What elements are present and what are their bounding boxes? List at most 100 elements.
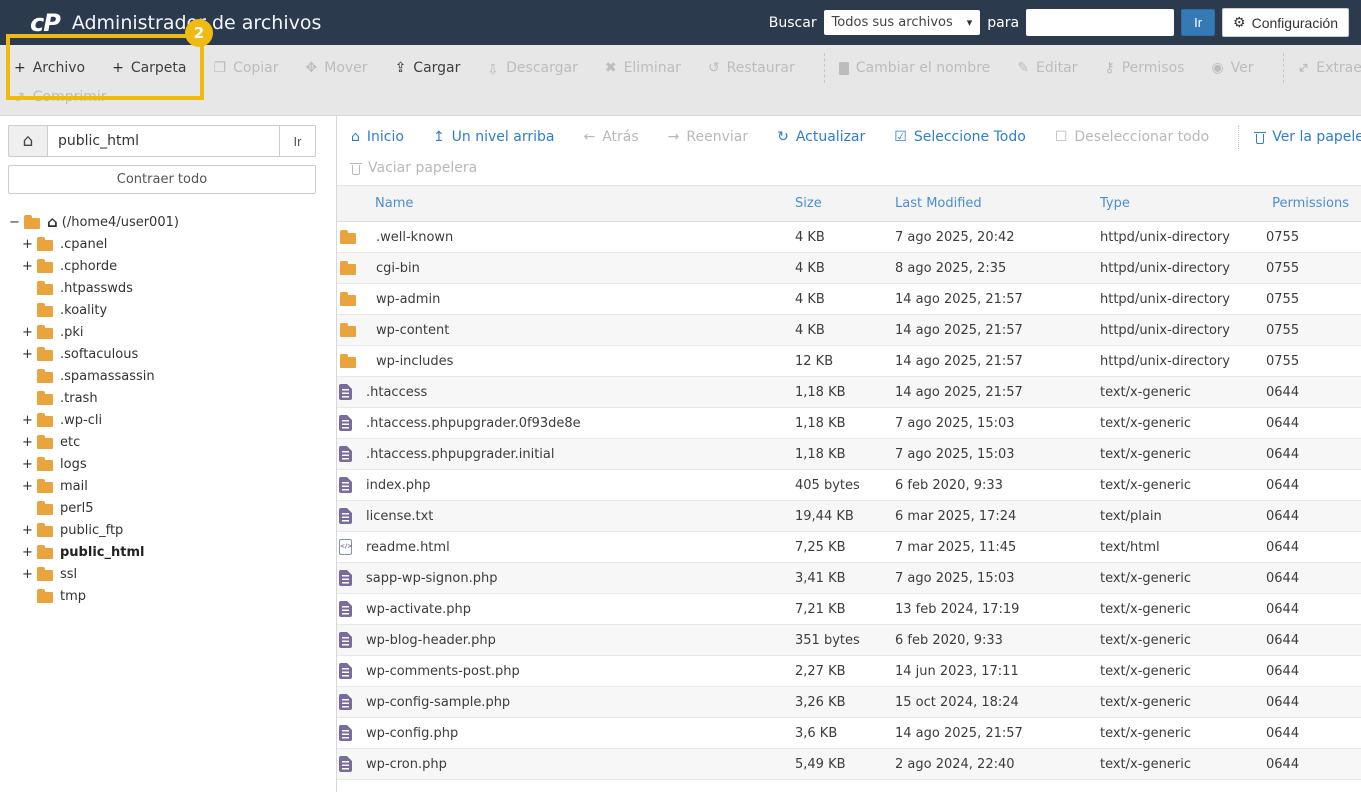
file-name[interactable]: wp-activate.php — [366, 602, 471, 617]
table-row[interactable]: index.php 405 bytes 6 feb 2020, 9:33 text/x… — [337, 469, 1361, 501]
toolbar-item-carpeta[interactable]: + Carpeta — [112, 60, 186, 76]
tree-item-label: .cphorde — [60, 258, 118, 274]
table-row[interactable]: wp-admin 4 KB 14 ago 2025, 21:57 httpd/unix… — [337, 283, 1361, 315]
nav-item-ver-la-papelera[interactable]: Ver la papelera — [1254, 129, 1361, 145]
table-row[interactable]: </> readme.html 7,25 KB 7 mar 2025, 11:45 te… — [337, 531, 1361, 563]
table-row[interactable]: wp-blog-header.php 351 bytes 6 feb 2020, 9… — [337, 624, 1361, 656]
home-button[interactable]: ⌂ — [8, 125, 48, 157]
column-header-last-modified[interactable]: Last Modified — [895, 185, 1100, 222]
table-row[interactable]: .htaccess.phpupgrader.initial 1,18 KB 7 ag… — [337, 438, 1361, 470]
file-name[interactable]: license.txt — [366, 509, 433, 524]
file-name[interactable]: sapp-wp-signon.php — [366, 571, 497, 586]
sidebar-item-pki[interactable]: + .pki — [8, 321, 316, 343]
cell-permissions: 0755 — [1266, 283, 1361, 315]
file-name[interactable]: .htaccess.phpupgrader.0f93de8e — [366, 416, 581, 431]
file-name[interactable]: wp-config.php — [366, 726, 458, 741]
table-row[interactable]: wp-config-sample.php 3,26 KB 15 oct 2024, … — [337, 686, 1361, 718]
path-input[interactable] — [48, 125, 280, 157]
table-row[interactable]: cgi-bin 4 KB 8 ago 2025, 2:35 httpd/unix-di… — [337, 252, 1361, 284]
expand-expander-icon[interactable]: + — [21, 259, 34, 274]
file-name[interactable]: wp-admin — [376, 292, 440, 307]
expand-expander-icon[interactable]: + — [21, 347, 34, 362]
file-name[interactable]: wp-content — [376, 323, 449, 338]
file-name[interactable]: .htaccess.phpupgrader.initial — [366, 447, 555, 462]
table-row[interactable]: wp-config.php 3,6 KB 14 ago 2025, 21:57 tex… — [337, 717, 1361, 749]
settings-button[interactable]: ⚙ Configuración — [1222, 8, 1349, 37]
file-name[interactable]: wp-includes — [376, 354, 453, 369]
file-name[interactable]: .htaccess — [366, 385, 427, 400]
cell-type: text/x-generic — [1100, 655, 1266, 687]
sidebar-item-koality[interactable]: .koality — [8, 299, 316, 321]
file-name[interactable]: wp-cron.php — [366, 757, 447, 772]
annotation-step-badge: 2 — [185, 19, 213, 47]
table-row[interactable]: .well-known 4 KB 7 ago 2025, 20:42 httpd/un… — [337, 221, 1361, 253]
search-go-button[interactable]: Ir — [1181, 9, 1216, 36]
expand-expander-icon[interactable]: + — [21, 545, 34, 560]
table-row[interactable]: .htaccess.phpupgrader.0f93de8e 1,18 KB 7 a… — [337, 407, 1361, 439]
search-input[interactable] — [1026, 9, 1175, 36]
sidebar-item-root[interactable]: − ⌂ (/home4/user001) — [8, 211, 316, 233]
file-name[interactable]: cgi-bin — [376, 261, 420, 276]
expand-expander-icon[interactable]: + — [21, 457, 34, 472]
sidebar-item-tmp[interactable]: tmp — [8, 585, 316, 607]
search-scope-select[interactable]: Todos sus archivos ▾ — [823, 10, 981, 35]
expand-expander-icon[interactable]: + — [21, 435, 34, 450]
collapse-expander-icon[interactable]: − — [8, 215, 21, 230]
cell-type: text/x-generic — [1100, 407, 1266, 439]
column-header-permissions[interactable]: Permissions — [1266, 185, 1361, 222]
expand-expander-icon[interactable]: + — [21, 523, 34, 538]
table-row[interactable]: license.txt 19,44 KB 6 mar 2025, 17:24 text… — [337, 500, 1361, 532]
cell-permissions: 0644 — [1266, 593, 1361, 625]
table-row[interactable]: wp-activate.php 7,21 KB 13 feb 2024, 17:19… — [337, 593, 1361, 625]
toolbar-item-mover: ✥ Mover — [306, 60, 368, 76]
file-name[interactable]: wp-blog-header.php — [366, 633, 496, 648]
expand-expander-icon[interactable]: + — [21, 237, 34, 252]
cell-size: 19,44 KB — [795, 500, 895, 532]
collapse-all-button[interactable]: Contraer todo — [8, 165, 316, 194]
file-name[interactable]: index.php — [366, 478, 430, 493]
table-row[interactable]: wp-content 4 KB 14 ago 2025, 21:57 httpd/un… — [337, 314, 1361, 346]
column-header-type[interactable]: Type — [1100, 185, 1266, 222]
cell-size: 7,25 KB — [795, 531, 895, 563]
sidebar-item-trash[interactable]: .trash — [8, 387, 316, 409]
sidebar-item-etc[interactable]: + etc — [8, 431, 316, 453]
file-name[interactable]: readme.html — [366, 540, 450, 555]
toolbar-item-label: Editar — [1035, 60, 1078, 76]
column-header-name[interactable]: Name — [337, 185, 795, 222]
table-row[interactable]: wp-includes 12 KB 14 ago 2025, 21:57 httpd/… — [337, 345, 1361, 377]
nav-item-actualizar[interactable]: ↻ Actualizar — [777, 129, 865, 145]
sidebar-item-cpanel[interactable]: + .cpanel — [8, 233, 316, 255]
file-icon — [339, 446, 352, 462]
path-go-button[interactable]: Ir — [280, 125, 316, 157]
toolbar-item-cargar[interactable]: ⇪ Cargar — [395, 60, 461, 76]
cell-type: httpd/unix-directory — [1100, 345, 1266, 377]
expand-expander-icon[interactable]: + — [21, 413, 34, 428]
table-row[interactable]: wp-comments-post.php 2,27 KB 14 jun 2023, … — [337, 655, 1361, 687]
table-row[interactable]: sapp-wp-signon.php 3,41 KB 7 ago 2025, 15:… — [337, 562, 1361, 594]
table-row[interactable]: .htaccess 1,18 KB 14 ago 2025, 21:57 text/x… — [337, 376, 1361, 408]
sidebar-item-ssl[interactable]: + ssl — [8, 563, 316, 585]
sidebar-item-logs[interactable]: + logs — [8, 453, 316, 475]
sidebar-item-public-html[interactable]: + public_html — [8, 541, 316, 563]
open-folder-icon — [24, 215, 40, 229]
expand-expander-icon[interactable]: + — [21, 479, 34, 494]
table-row[interactable]: wp-cron.php 5,49 KB 2 ago 2024, 22:40 text/… — [337, 748, 1361, 780]
sidebar-item-wp-cli[interactable]: + .wp-cli — [8, 409, 316, 431]
sidebar-item-public-ftp[interactable]: + public_ftp — [8, 519, 316, 541]
expand-expander-icon[interactable]: + — [21, 567, 34, 582]
sidebar-item-softaculous[interactable]: + .softaculous — [8, 343, 316, 365]
file-name[interactable]: wp-comments-post.php — [366, 664, 520, 679]
file-name[interactable]: .well-known — [376, 230, 453, 245]
sidebar-item-cphorde[interactable]: + .cphorde — [8, 255, 316, 277]
toolbar-item-archivo[interactable]: + Archivo — [14, 60, 85, 76]
sidebar-item-htpasswds[interactable]: .htpasswds — [8, 277, 316, 299]
nav-item-inicio[interactable]: ⌂ Inicio — [351, 129, 404, 145]
sidebar-item-mail[interactable]: + mail — [8, 475, 316, 497]
sidebar-item-perl5[interactable]: perl5 — [8, 497, 316, 519]
nav-item-un-nivel-arriba[interactable]: ↥ Un nivel arriba — [433, 129, 555, 145]
nav-item-seleccione-todo[interactable]: ☑ Seleccione Todo — [894, 129, 1026, 145]
column-header-size[interactable]: Size — [795, 185, 895, 222]
expand-expander-icon[interactable]: + — [21, 325, 34, 340]
sidebar-item-spamassassin[interactable]: .spamassassin — [8, 365, 316, 387]
file-name[interactable]: wp-config-sample.php — [366, 695, 510, 710]
